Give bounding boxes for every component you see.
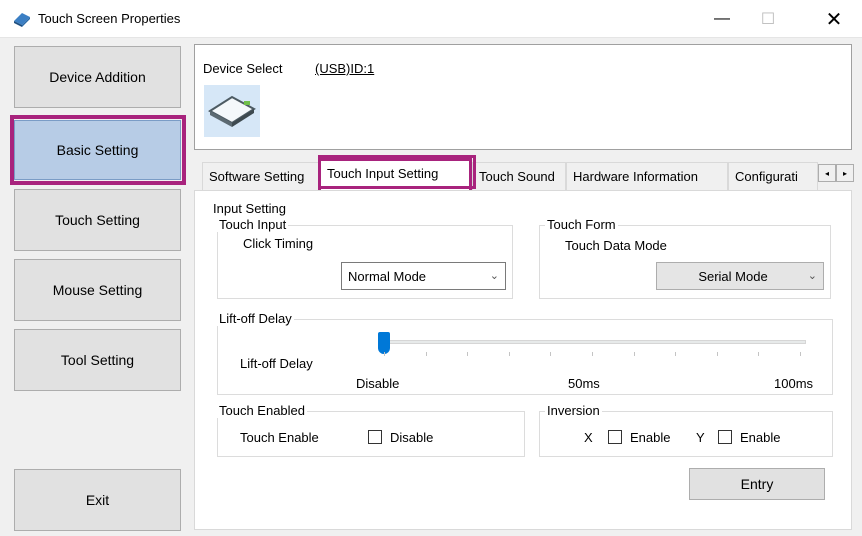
tab-hardware-information[interactable]: Hardware Information: [566, 162, 728, 190]
close-button[interactable]: ✕: [811, 0, 857, 38]
input-setting-group: Input Setting Touch Input Click Timing N…: [205, 201, 839, 305]
slider-tick: [425, 352, 427, 356]
inversion-x-checkbox[interactable]: [608, 430, 622, 444]
slider-tick: [550, 352, 552, 356]
touch-input-title: Touch Input: [217, 217, 289, 232]
window-title: Touch Screen Properties: [38, 11, 181, 26]
click-timing-value: Normal Mode: [348, 268, 427, 284]
touch-screen-app-icon: [14, 13, 30, 27]
click-timing-select[interactable]: Normal Mode ⌄: [341, 262, 506, 290]
touch-input-setting-tab-highlight: [318, 155, 476, 189]
tab-scroll-right-icon[interactable]: ▸: [836, 164, 854, 182]
inversion-x-enable-label[interactable]: Enable: [630, 430, 670, 445]
touch-enable-label: Touch Enable: [240, 430, 319, 445]
tab-scroll-left-icon[interactable]: ◂: [818, 164, 836, 182]
touch-enabled-title: Touch Enabled: [217, 403, 308, 418]
slider-tick: [800, 352, 801, 356]
device-select-label: Device Select: [203, 61, 283, 76]
lift-off-tick-label-disable: Disable: [356, 376, 400, 391]
lift-off-tick-label-50ms: 50ms: [568, 376, 600, 391]
touch-input-group: Touch Input Click Timing Normal Mode ⌄: [217, 217, 513, 299]
device-id-label[interactable]: (USB)ID:1: [315, 61, 374, 76]
touch-data-mode-label: Touch Data Mode: [565, 238, 667, 253]
inversion-group: Inversion X Enable Y Enable: [539, 403, 833, 457]
inversion-y-label: Y: [696, 430, 705, 445]
device-select-box: Device Select (USB)ID:1: [194, 44, 852, 150]
lift-off-delay-title: Lift-off Delay: [217, 311, 294, 326]
tab-touch-sound[interactable]: Touch Sound: [472, 162, 566, 190]
touch-enable-disable-label[interactable]: Disable: [390, 430, 433, 445]
window-body: Device Addition Basic Setting Touch Sett…: [0, 38, 862, 536]
minimize-button[interactable]: —: [699, 0, 745, 38]
lift-off-tick-label-100ms: 100ms: [774, 376, 814, 391]
exit-button[interactable]: Exit: [14, 469, 181, 531]
inversion-title: Inversion: [545, 403, 602, 418]
tab-software-setting[interactable]: Software Setting: [202, 162, 320, 190]
touch-screen-device-icon[interactable]: [204, 85, 260, 137]
touch-data-mode-value: Serial Mode: [698, 268, 768, 284]
slider-tick: [633, 352, 635, 356]
lift-off-delay-slider-thumb[interactable]: [378, 332, 390, 354]
slider-tick: [675, 352, 677, 356]
touch-form-title: Touch Form: [545, 217, 618, 232]
maximize-button[interactable]: ☐: [745, 0, 791, 38]
touch-enabled-group: Touch Enabled Touch Enable Disable: [217, 403, 525, 457]
slider-tick: [467, 352, 469, 356]
basic-setting-highlight: [10, 115, 186, 185]
chevron-down-icon: ⌄: [489, 270, 499, 282]
slider-tick: [716, 352, 718, 356]
inversion-y-checkbox[interactable]: [718, 430, 732, 444]
chevron-down-icon: ⌄: [807, 270, 817, 282]
slider-tick: [758, 352, 760, 356]
lift-off-delay-group: Lift-off Delay Lift-off Delay Disable 50…: [217, 311, 833, 395]
touch-data-mode-select[interactable]: Serial Mode ⌄: [656, 262, 824, 290]
lift-off-delay-slider-track[interactable]: [378, 340, 806, 344]
inversion-y-enable-label[interactable]: Enable: [740, 430, 780, 445]
inversion-x-label: X: [584, 430, 593, 445]
click-timing-label: Click Timing: [243, 236, 314, 251]
sidebar-item-device-addition[interactable]: Device Addition: [14, 46, 181, 108]
sidebar-item-touch-setting[interactable]: Touch Setting: [14, 189, 181, 251]
title-bar: Touch Screen Properties — ☐ ✕: [0, 0, 862, 38]
slider-tick: [508, 352, 510, 356]
tab-configuration[interactable]: Configurati: [728, 162, 818, 190]
slider-tick: [384, 352, 385, 356]
touch-enable-disable-checkbox[interactable]: [368, 430, 382, 444]
touch-form-group: Touch Form Touch Data Mode Serial Mode ⌄: [539, 217, 831, 299]
input-setting-title: Input Setting: [211, 201, 288, 216]
tab-scroll-arrows: ◂ ▸: [818, 164, 854, 182]
sidebar-item-tool-setting[interactable]: Tool Setting: [14, 329, 181, 391]
touch-input-setting-panel: Input Setting Touch Input Click Timing N…: [194, 190, 852, 530]
entry-button[interactable]: Entry: [689, 468, 825, 500]
tab-strip: Software Setting Touch Input Setting Tou…: [194, 158, 854, 190]
lift-off-delay-label: Lift-off Delay: [240, 356, 313, 371]
sidebar-item-mouse-setting[interactable]: Mouse Setting: [14, 259, 181, 321]
slider-tick: [592, 352, 593, 356]
